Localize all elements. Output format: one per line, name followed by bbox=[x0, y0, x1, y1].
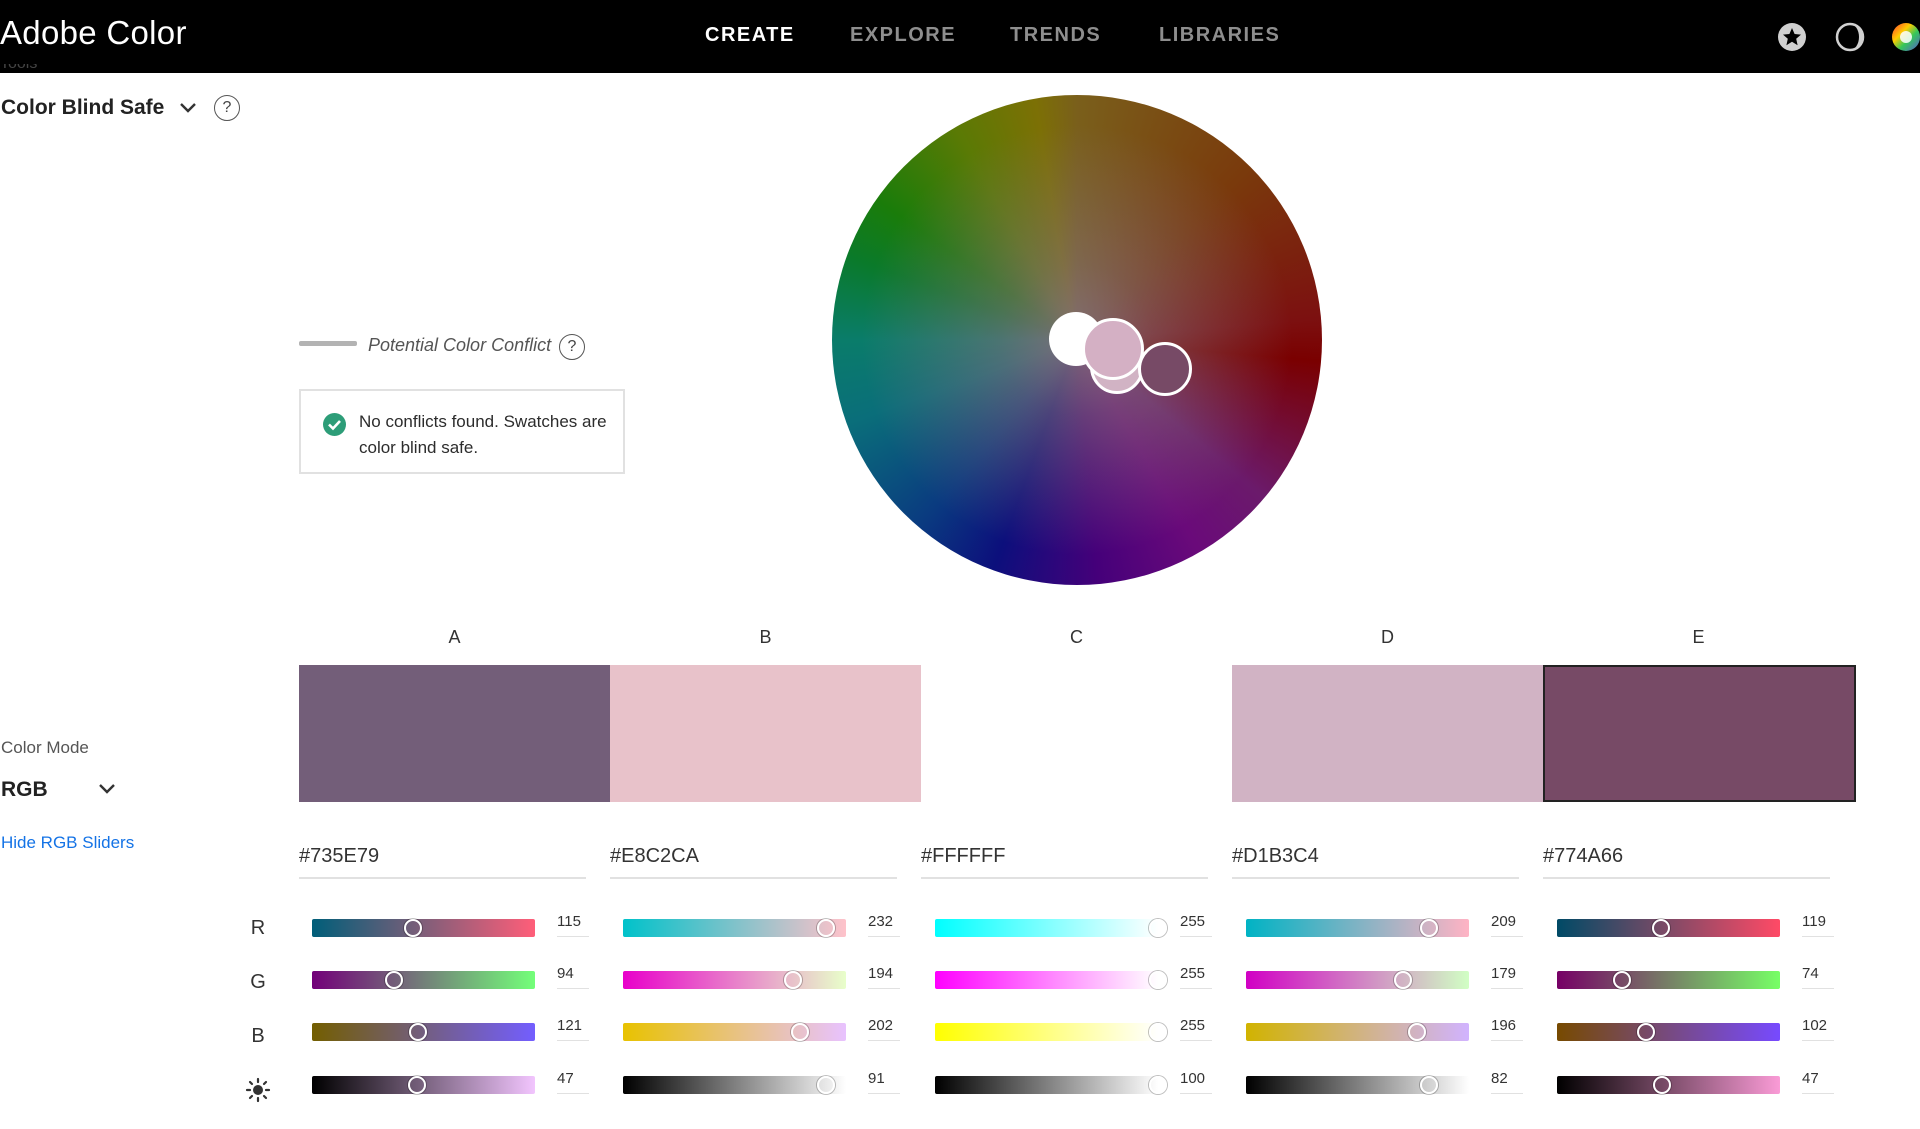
slider-handle-g-e[interactable] bbox=[1612, 971, 1631, 989]
slider-value-brightness-e[interactable]: 47 bbox=[1802, 1070, 1834, 1094]
slider-handle-brightness-a[interactable] bbox=[407, 1076, 426, 1094]
conflict-message: No conflicts found. Swatches are color b… bbox=[359, 412, 607, 457]
slider-value-g-b[interactable]: 194 bbox=[868, 965, 900, 989]
color-mode-label: Color Mode bbox=[1, 738, 89, 757]
slider-value-brightness-c[interactable]: 100 bbox=[1180, 1070, 1212, 1094]
slider-handle-r-e[interactable] bbox=[1652, 919, 1671, 937]
top-bar: Adobe Color CREATE EXPLORE TRENDS LIBRAR… bbox=[0, 0, 1920, 73]
slider-handle-g-d[interactable] bbox=[1393, 971, 1412, 989]
slider-handle-brightness-c[interactable] bbox=[1149, 1076, 1167, 1094]
swatch-d[interactable] bbox=[1232, 665, 1543, 802]
slider-value-brightness-d[interactable]: 82 bbox=[1491, 1070, 1523, 1094]
slider-handle-r-a[interactable] bbox=[403, 919, 422, 937]
slider-value-r-d[interactable]: 209 bbox=[1491, 913, 1523, 937]
hex-field-c[interactable]: #FFFFFF bbox=[921, 845, 1208, 879]
swatch-label-d: D bbox=[1381, 627, 1394, 647]
swatch-label-a: A bbox=[448, 627, 461, 647]
conflict-legend-line bbox=[299, 341, 357, 346]
slider-handle-brightness-d[interactable] bbox=[1419, 1076, 1438, 1094]
slider-value-b-a[interactable]: 121 bbox=[557, 1017, 589, 1041]
slider-value-b-e[interactable]: 102 bbox=[1802, 1017, 1834, 1041]
tool-selector[interactable]: Color Blind Safe bbox=[1, 96, 164, 120]
slider-value-g-e[interactable]: 74 bbox=[1802, 965, 1834, 989]
row-label-r: R bbox=[250, 917, 266, 939]
slider-b-e[interactable] bbox=[1557, 1023, 1780, 1041]
tools-label-cut: Tools bbox=[0, 64, 46, 74]
swatch-label-e: E bbox=[1692, 627, 1705, 647]
slider-value-brightness-a[interactable]: 47 bbox=[557, 1070, 589, 1094]
check-circle-icon bbox=[323, 413, 346, 436]
row-label-b: B bbox=[251, 1025, 265, 1047]
hex-field-b[interactable]: #E8C2CA bbox=[610, 845, 897, 879]
slider-r-c[interactable] bbox=[935, 919, 1158, 937]
color-wheel-app-icon[interactable] bbox=[1890, 21, 1920, 53]
hide-rgb-sliders-link[interactable]: Hide RGB Sliders bbox=[1, 833, 134, 853]
slider-r-b[interactable] bbox=[623, 919, 846, 937]
chevron-down-icon[interactable] bbox=[179, 102, 197, 114]
conflict-legend-label: Potential Color Conflict bbox=[368, 335, 552, 355]
slider-handle-brightness-e[interactable] bbox=[1652, 1076, 1671, 1094]
nav-create[interactable]: CREATE bbox=[705, 24, 795, 47]
slider-r-a[interactable] bbox=[312, 919, 535, 937]
slider-handle-r-d[interactable] bbox=[1419, 919, 1438, 937]
slider-value-g-d[interactable]: 179 bbox=[1491, 965, 1523, 989]
slider-b-d[interactable] bbox=[1246, 1023, 1469, 1041]
hex-field-d[interactable]: #D1B3C4 bbox=[1232, 845, 1519, 879]
hex-field-e[interactable]: #774A66 bbox=[1543, 845, 1830, 879]
slider-handle-r-b[interactable] bbox=[816, 919, 835, 937]
slider-handle-b-c[interactable] bbox=[1149, 1023, 1167, 1041]
swatch-label-b: B bbox=[759, 627, 772, 647]
slider-value-r-a[interactable]: 115 bbox=[557, 913, 589, 937]
row-label-g: G bbox=[250, 971, 266, 993]
slider-g-e[interactable] bbox=[1557, 971, 1780, 989]
slider-value-b-d[interactable]: 196 bbox=[1491, 1017, 1523, 1041]
brightness-icon bbox=[245, 1077, 271, 1103]
swatch-b[interactable] bbox=[610, 665, 921, 802]
slider-handle-r-c[interactable] bbox=[1149, 919, 1167, 937]
slider-handle-brightness-b[interactable] bbox=[816, 1076, 835, 1094]
slider-value-r-b[interactable]: 232 bbox=[868, 913, 900, 937]
app-title[interactable]: Adobe Color bbox=[0, 14, 187, 52]
slider-value-b-c[interactable]: 255 bbox=[1180, 1017, 1212, 1041]
swatch-a[interactable] bbox=[299, 665, 610, 802]
slider-b-b[interactable] bbox=[623, 1023, 846, 1041]
nav-libraries[interactable]: LIBRARIES bbox=[1159, 24, 1280, 47]
slider-value-brightness-b[interactable]: 91 bbox=[868, 1070, 900, 1094]
star-badge-icon[interactable] bbox=[1776, 21, 1808, 53]
contrast-moon-icon[interactable] bbox=[1834, 21, 1866, 53]
nav-trends[interactable]: TRENDS bbox=[1010, 24, 1101, 47]
slider-brightness-b[interactable] bbox=[623, 1076, 846, 1094]
help-icon[interactable]: ? bbox=[214, 95, 240, 121]
help-icon[interactable]: ? bbox=[559, 334, 585, 360]
slider-b-c[interactable] bbox=[935, 1023, 1158, 1041]
slider-value-g-a[interactable]: 94 bbox=[557, 965, 589, 989]
slider-brightness-c[interactable] bbox=[935, 1076, 1158, 1094]
swatch-c[interactable] bbox=[921, 665, 1232, 802]
wheel-handle-b[interactable] bbox=[1082, 318, 1144, 380]
swatch-e[interactable] bbox=[1543, 665, 1856, 802]
slider-value-b-b[interactable]: 202 bbox=[868, 1017, 900, 1041]
slider-g-c[interactable] bbox=[935, 971, 1158, 989]
slider-g-d[interactable] bbox=[1246, 971, 1469, 989]
slider-g-a[interactable] bbox=[312, 971, 535, 989]
chevron-down-icon[interactable] bbox=[98, 783, 116, 795]
hex-field-a[interactable]: #735E79 bbox=[299, 845, 586, 879]
nav-explore[interactable]: EXPLORE bbox=[850, 24, 956, 47]
slider-handle-g-b[interactable] bbox=[783, 971, 802, 989]
slider-handle-b-b[interactable] bbox=[790, 1023, 809, 1041]
slider-handle-b-a[interactable] bbox=[408, 1023, 427, 1041]
conflict-message-box: No conflicts found. Swatches are color b… bbox=[299, 389, 625, 474]
slider-handle-g-c[interactable] bbox=[1149, 971, 1167, 989]
swatch-label-c: C bbox=[1070, 627, 1083, 647]
slider-value-g-c[interactable]: 255 bbox=[1180, 965, 1212, 989]
slider-value-r-e[interactable]: 119 bbox=[1802, 913, 1834, 937]
slider-g-b[interactable] bbox=[623, 971, 846, 989]
slider-value-r-c[interactable]: 255 bbox=[1180, 913, 1212, 937]
wheel-handle-e[interactable] bbox=[1138, 342, 1192, 396]
color-mode-select[interactable]: RGB bbox=[1, 778, 48, 802]
